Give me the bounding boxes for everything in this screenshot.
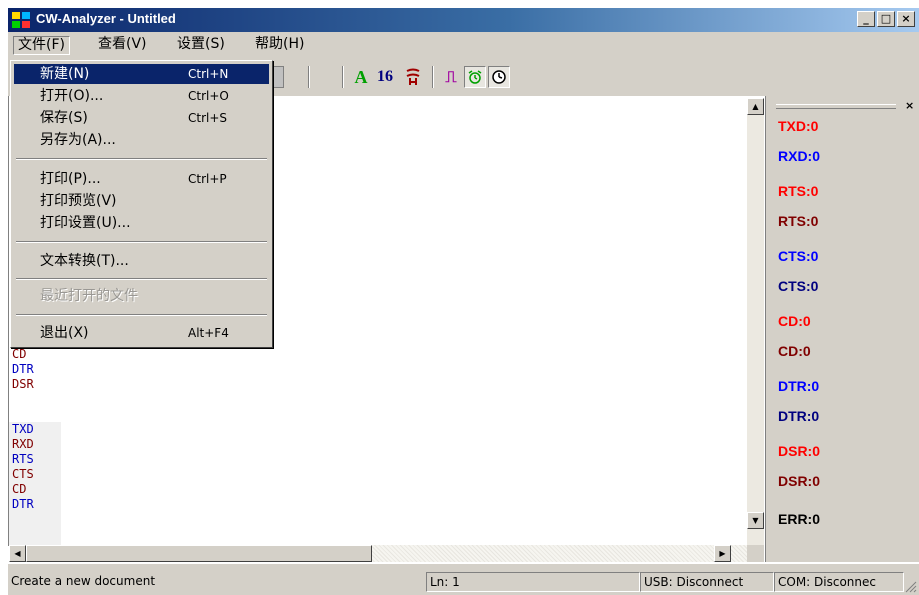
status-lamp-dtr: DTR:0 <box>778 408 820 424</box>
signal-label-dtr: DTR <box>12 362 34 376</box>
menu-item-print-preview[interactable]: 打印预览(V) <box>14 191 269 211</box>
menu-file[interactable]: 文件(F) <box>13 36 70 55</box>
status-lamp-rxd: RXD:0 <box>778 148 821 164</box>
signal-label-dsr: DSR <box>12 377 34 391</box>
status-lamp-cts: CTS:0 <box>778 248 819 264</box>
menu-item-print-setup[interactable]: 打印设置(U)... <box>14 213 269 233</box>
pulse-icon[interactable]: ⎍ <box>440 66 462 88</box>
status-lamp-dsr: DSR:0 <box>778 443 821 459</box>
status-usb: USB: Disconnect <box>640 572 774 592</box>
signal-label-cd: CD <box>12 482 27 496</box>
menu-separator <box>16 241 267 243</box>
menu-separator <box>16 314 267 316</box>
close-button[interactable]: × <box>897 11 915 27</box>
signal-label-rxd: RXD <box>12 437 34 451</box>
wave-icon[interactable] <box>402 66 424 88</box>
scroll-left-icon[interactable]: ◀ <box>9 545 26 562</box>
vertical-scrollbar[interactable]: ▲ ▼ <box>747 98 764 545</box>
status-line: Ln: 1 <box>426 572 640 592</box>
menu-item-print[interactable]: 打印(P)... Ctrl+P <box>14 169 269 189</box>
menu-settings[interactable]: 设置(S) <box>173 36 229 55</box>
clock-icon[interactable] <box>488 66 510 88</box>
status-lamp-txd: TXD:0 <box>778 118 819 134</box>
alarm-icon[interactable] <box>464 66 486 88</box>
signal-label-cd: CD <box>12 347 27 361</box>
toolbar-separator <box>342 66 344 88</box>
menu-help[interactable]: 帮助(H) <box>251 36 308 55</box>
status-com: COM: Disconnec <box>774 572 904 592</box>
menu-item-save[interactable]: 保存(S) Ctrl+S <box>14 108 269 128</box>
scroll-right-icon[interactable]: ▶ <box>714 545 731 562</box>
status-lamp-cd: CD:0 <box>778 313 811 329</box>
scroll-down-icon[interactable]: ▼ <box>747 512 764 529</box>
signal-label-dtr: DTR <box>12 497 34 511</box>
menu-item-new[interactable]: 新建(N) Ctrl+N <box>14 64 269 84</box>
app-icon <box>12 12 30 28</box>
hex-icon[interactable]: 16 <box>374 66 396 88</box>
signal-label-rts: RTS <box>12 452 34 466</box>
menu-item-exit[interactable]: 退出(X) Alt+F4 <box>14 323 269 343</box>
menu-item-text-convert[interactable]: 文本转换(T)... <box>14 251 269 271</box>
signal-labels-upper: CD DTR DSR <box>9 347 61 392</box>
maximize-button[interactable]: □ <box>877 11 895 27</box>
status-bar: Create a new document Ln: 1 USB: Disconn… <box>8 564 919 595</box>
status-lamp-dsr: DSR:0 <box>778 473 821 489</box>
toolbar-separator <box>432 66 434 88</box>
scroll-thumb[interactable] <box>26 545 372 562</box>
status-lamp-err: ERR:0 <box>778 511 821 527</box>
menu-item-recent-files: 最近打开的文件 <box>40 288 138 304</box>
panel-close-icon[interactable]: × <box>905 99 914 112</box>
scrollbar-corner <box>747 545 764 562</box>
menu-bar: 文件(F) 查看(V) 设置(S) 帮助(H) <box>8 32 919 58</box>
menu-view[interactable]: 查看(V) <box>94 36 151 55</box>
toolbar-separator <box>308 66 310 88</box>
signal-label-txd: TXD <box>12 422 34 436</box>
resize-grip-icon[interactable] <box>905 581 917 593</box>
signal-label-cts: CTS <box>12 467 34 481</box>
status-message: Create a new document <box>11 574 156 588</box>
horizontal-scrollbar[interactable]: ◀ ▶ <box>9 545 747 562</box>
panel-grip[interactable] <box>776 104 896 109</box>
minimize-button[interactable]: _ <box>857 11 875 27</box>
signal-status-panel: × TXD:0 RXD:0 RTS:0 RTS:0 CTS:0 CTS:0 CD:0 CD:0… <box>765 96 919 562</box>
menu-separator <box>16 278 267 280</box>
status-lamp-dtr: DTR:0 <box>778 378 820 394</box>
title-bar: CW-Analyzer - Untitled _ □ × <box>8 8 919 32</box>
window-title: CW-Analyzer - Untitled <box>36 11 176 26</box>
status-lamp-cts: CTS:0 <box>778 278 819 294</box>
menu-item-save-as[interactable]: 另存为(A)... <box>14 130 269 150</box>
scroll-up-icon[interactable]: ▲ <box>747 98 764 115</box>
menu-item-open[interactable]: 打开(O)... Ctrl+O <box>14 86 269 106</box>
status-lamp-rts: RTS:0 <box>778 213 819 229</box>
signal-labels-lower: TXD RXD RTS CTS CD DTR <box>9 422 61 546</box>
font-icon[interactable]: A <box>350 66 372 88</box>
file-menu-dropdown: 新建(N) Ctrl+N 打开(O)... Ctrl+O 保存(S) Ctrl+S 另… <box>10 60 273 348</box>
menu-separator <box>16 158 267 160</box>
status-lamp-cd: CD:0 <box>778 343 811 359</box>
status-lamp-rts: RTS:0 <box>778 183 819 199</box>
